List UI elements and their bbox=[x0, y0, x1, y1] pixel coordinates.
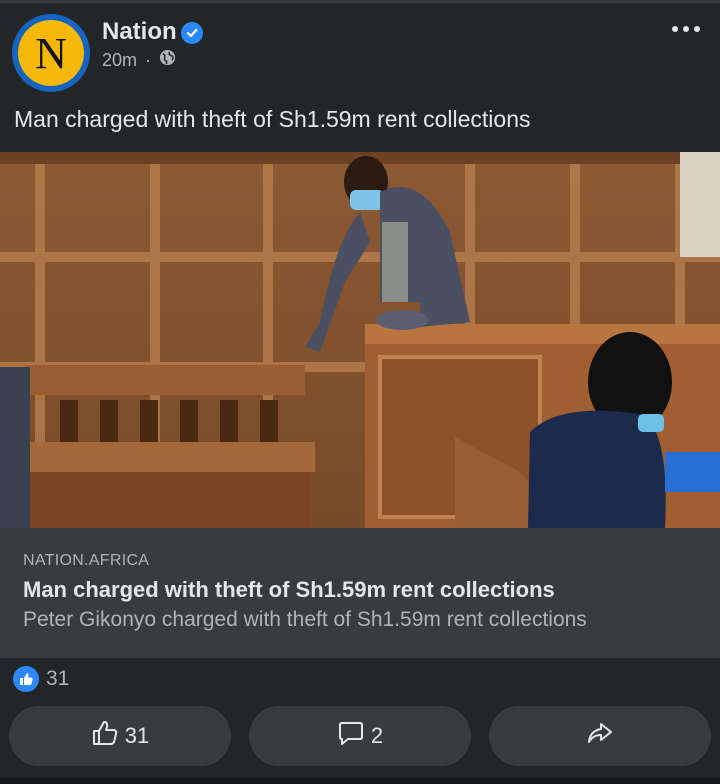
meta-separator: · bbox=[145, 49, 152, 70]
page-name[interactable]: Nation bbox=[102, 18, 177, 46]
thumbs-up-icon bbox=[91, 719, 119, 753]
comment-button-count: 2 bbox=[370, 723, 384, 748]
post-meta: 20m · bbox=[102, 49, 176, 71]
verified-icon bbox=[181, 22, 203, 44]
more-options-icon[interactable] bbox=[672, 26, 700, 32]
page-avatar[interactable]: N bbox=[12, 14, 90, 92]
post-photo[interactable] bbox=[0, 152, 720, 528]
share-button[interactable] bbox=[489, 706, 711, 766]
comment-button[interactable]: 2 bbox=[249, 706, 471, 766]
post-time[interactable]: 20m bbox=[102, 50, 137, 71]
link-description: Peter Gikonyo charged with theft of Sh1.… bbox=[23, 608, 587, 631]
reaction-count[interactable]: 31 bbox=[46, 667, 69, 691]
bottom-bar bbox=[0, 778, 720, 784]
like-reaction-icon[interactable] bbox=[13, 666, 39, 692]
link-domain: NATION.AFRICA bbox=[23, 552, 150, 569]
top-divider bbox=[0, 0, 720, 3]
globe-icon bbox=[159, 49, 176, 71]
avatar-logo: N bbox=[18, 20, 84, 86]
link-title[interactable]: Man charged with theft of Sh1.59m rent c… bbox=[23, 577, 555, 603]
comment-icon bbox=[337, 719, 365, 753]
like-button-count: 31 bbox=[124, 723, 150, 748]
like-button[interactable]: 31 bbox=[9, 706, 231, 766]
share-icon bbox=[586, 719, 614, 753]
post-text: Man charged with theft of Sh1.59m rent c… bbox=[14, 106, 531, 132]
